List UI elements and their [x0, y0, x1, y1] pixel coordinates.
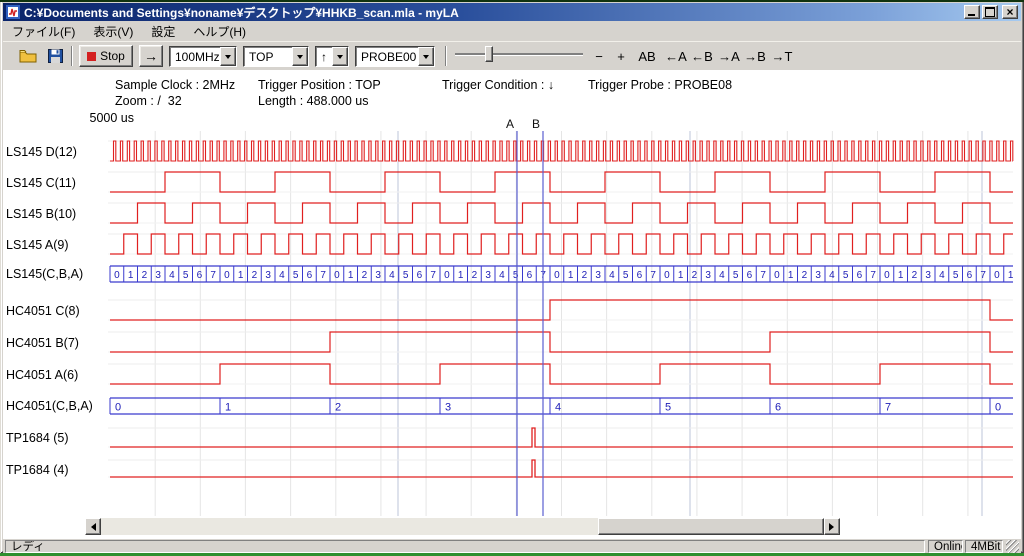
- clock-select-value: 100MHz: [170, 47, 220, 66]
- menu-file[interactable]: ファイル(F): [3, 21, 84, 42]
- minimize-button[interactable]: [964, 5, 980, 19]
- stop-button[interactable]: Stop: [79, 45, 133, 67]
- window-controls: [964, 5, 1018, 19]
- chevron-down-icon[interactable]: [332, 47, 348, 66]
- scroll-left-icon[interactable]: [85, 518, 101, 535]
- maximize-button[interactable]: [982, 5, 998, 19]
- status-ready: レディ: [5, 540, 925, 553]
- zoom-in-button[interactable]: +: [611, 45, 631, 67]
- resize-grip-icon[interactable]: [1006, 540, 1019, 553]
- menubar: ファイル(F) 表示(V) 設定 ヘルプ(H): [3, 21, 1021, 41]
- app-window: C:¥Documents and Settings¥noname¥デスクトップ¥…: [0, 0, 1024, 553]
- chevron-down-icon[interactable]: [292, 47, 308, 66]
- titlebar[interactable]: C:¥Documents and Settings¥noname¥デスクトップ¥…: [3, 3, 1021, 21]
- goto-a-left-button[interactable]: ←A: [663, 45, 689, 67]
- scroll-right-icon[interactable]: [824, 518, 840, 535]
- goto-b-right-button[interactable]: →B: [742, 45, 768, 67]
- ab-button[interactable]: AB: [634, 45, 660, 67]
- menu-help[interactable]: ヘルプ(H): [184, 21, 255, 42]
- trigger-position-select[interactable]: TOP: [243, 46, 309, 67]
- slider-thumb[interactable]: [485, 46, 493, 62]
- floppy-disk-icon: [48, 49, 63, 63]
- toolbar: Stop → 100MHz TOP ↑ PROBE00 − + AB ←A: [3, 41, 1021, 70]
- stop-icon: [87, 52, 96, 61]
- zoom-out-button[interactable]: −: [589, 45, 609, 67]
- probe-select[interactable]: PROBE00: [355, 46, 435, 67]
- zoom-slider[interactable]: [455, 44, 583, 64]
- app-icon: [6, 5, 20, 19]
- stop-button-label: Stop: [100, 49, 125, 63]
- trigger-condition-label: Trigger Condition : ↓: [442, 78, 554, 92]
- chevron-down-icon[interactable]: [418, 47, 434, 66]
- status-online: Online: [928, 540, 963, 553]
- run-arrow-icon: →: [144, 48, 158, 64]
- trigger-probe-label: Trigger Probe : PROBE08: [588, 78, 732, 92]
- close-button[interactable]: [1002, 5, 1018, 19]
- trigger-position-value: TOP: [244, 47, 292, 66]
- toolbar-separator: [71, 46, 73, 66]
- open-file-button[interactable]: [15, 45, 41, 67]
- probe-select-value: PROBE00: [356, 47, 418, 66]
- save-button[interactable]: [43, 45, 67, 67]
- goto-trigger-button[interactable]: →T: [769, 45, 795, 67]
- statusbar: レディ Online 4MBit: [3, 538, 1021, 553]
- scrollbar-thumb[interactable]: [598, 518, 824, 535]
- horizontal-scrollbar[interactable]: [85, 518, 840, 535]
- desktop-edge-top: [0, 0, 1024, 2]
- waveform-area: [3, 70, 1021, 538]
- window-title: C:¥Documents and Settings¥noname¥デスクトップ¥…: [24, 4, 964, 21]
- time-division-label: 5000 us: [86, 111, 134, 125]
- run-button[interactable]: →: [139, 45, 163, 67]
- sample-clock-label: Sample Clock : 2MHz: [115, 78, 235, 92]
- folder-open-icon: [19, 49, 37, 63]
- trigger-edge-value: ↑: [316, 47, 332, 66]
- status-memory: 4MBit: [965, 540, 1003, 553]
- goto-a-right-button[interactable]: →A: [716, 45, 742, 67]
- clock-select[interactable]: 100MHz: [169, 46, 237, 67]
- goto-b-left-button[interactable]: ←B: [689, 45, 715, 67]
- chevron-down-icon[interactable]: [220, 47, 236, 66]
- slider-track: [455, 53, 583, 55]
- trigger-edge-select[interactable]: ↑: [315, 46, 349, 67]
- trigger-position-label: Trigger Position : TOP: [258, 78, 381, 92]
- zoom-label: Zoom : / 32: [115, 94, 182, 108]
- menu-settings[interactable]: 設定: [142, 21, 184, 42]
- toolbar-separator: [445, 46, 447, 66]
- length-label: Length : 488.000 us: [258, 94, 369, 108]
- menu-view[interactable]: 表示(V): [84, 21, 142, 42]
